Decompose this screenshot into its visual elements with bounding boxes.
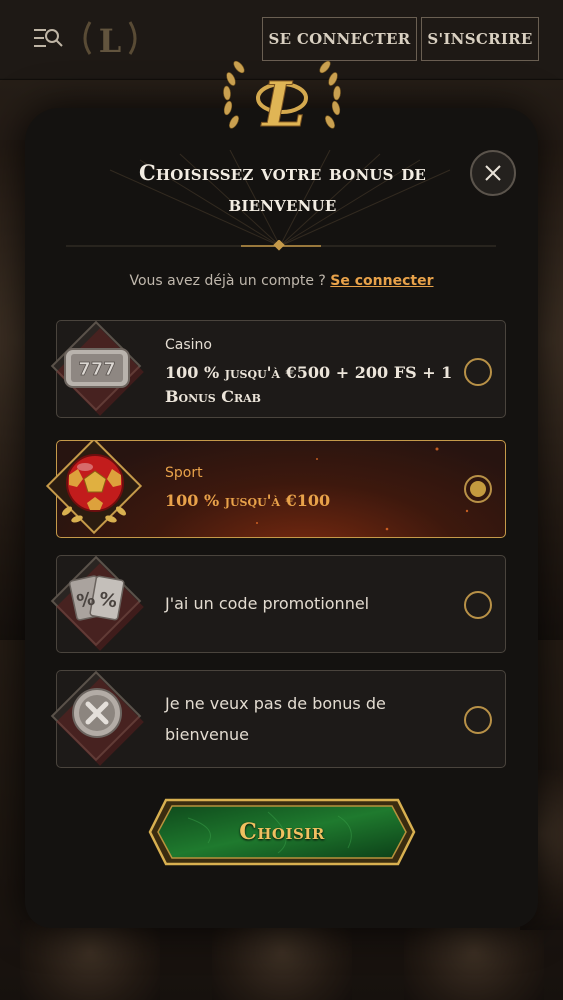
bonus-option-promo-code[interactable]: % % J'ai un code promotionnel (50, 555, 506, 653)
soccer-ball-icon (45, 441, 143, 535)
svg-text:%: % (97, 589, 118, 613)
no-bonus-x-icon (50, 671, 144, 766)
bonus-option-no-bonus[interactable]: Je ne veux pas de bonus de bienvenue (50, 670, 506, 768)
option-category: Sport (165, 465, 203, 481)
promo-percent-icon: % % (50, 556, 144, 651)
option-title: J'ai un code promotionnel (165, 594, 370, 613)
svg-text:777: 777 (78, 359, 116, 380)
login-link[interactable]: Se connecter (330, 273, 433, 289)
radio-casino[interactable] (464, 358, 492, 386)
bonus-option-sport[interactable]: Sport 100 % jusqu'à €100 (45, 440, 506, 538)
svg-text:L: L (99, 22, 122, 60)
option-title: 100 % jusqu'à €500 + 200 FS + 1 Bonus Cr… (165, 363, 453, 406)
radio-no-bonus[interactable] (464, 706, 492, 734)
close-button[interactable] (470, 150, 516, 196)
title-divider (66, 240, 496, 251)
login-prompt-text: Vous avez déjà un compte ? (129, 273, 326, 289)
radio-promo-code[interactable] (464, 591, 492, 619)
login-prompt: Vous avez déjà un compte ? Se connecter (0, 273, 563, 289)
option-title: Je ne veux pas de bonus de bienvenue (165, 694, 386, 744)
close-icon (485, 165, 501, 181)
modal-title: Choisissez votre bonus de bienvenue (138, 160, 427, 216)
signup-button[interactable]: S'INSCRIRE (421, 17, 539, 61)
menu-search-icon[interactable] (32, 26, 64, 50)
radio-sport[interactable] (464, 475, 492, 503)
bonus-option-casino[interactable]: 777 Casino 100 % jusqu'à €500 + 200 FS +… (50, 320, 506, 418)
choose-button[interactable]: Choisir (148, 798, 416, 866)
choose-button-label: Choisir (239, 819, 325, 845)
svg-text:L: L (260, 68, 306, 140)
site-logo[interactable]: L (76, 14, 144, 64)
option-category: Casino (165, 337, 212, 353)
modal-logo: L (223, 60, 341, 140)
option-title: 100 % jusqu'à €100 (165, 491, 331, 510)
slot-777-icon: 777 (50, 321, 144, 416)
